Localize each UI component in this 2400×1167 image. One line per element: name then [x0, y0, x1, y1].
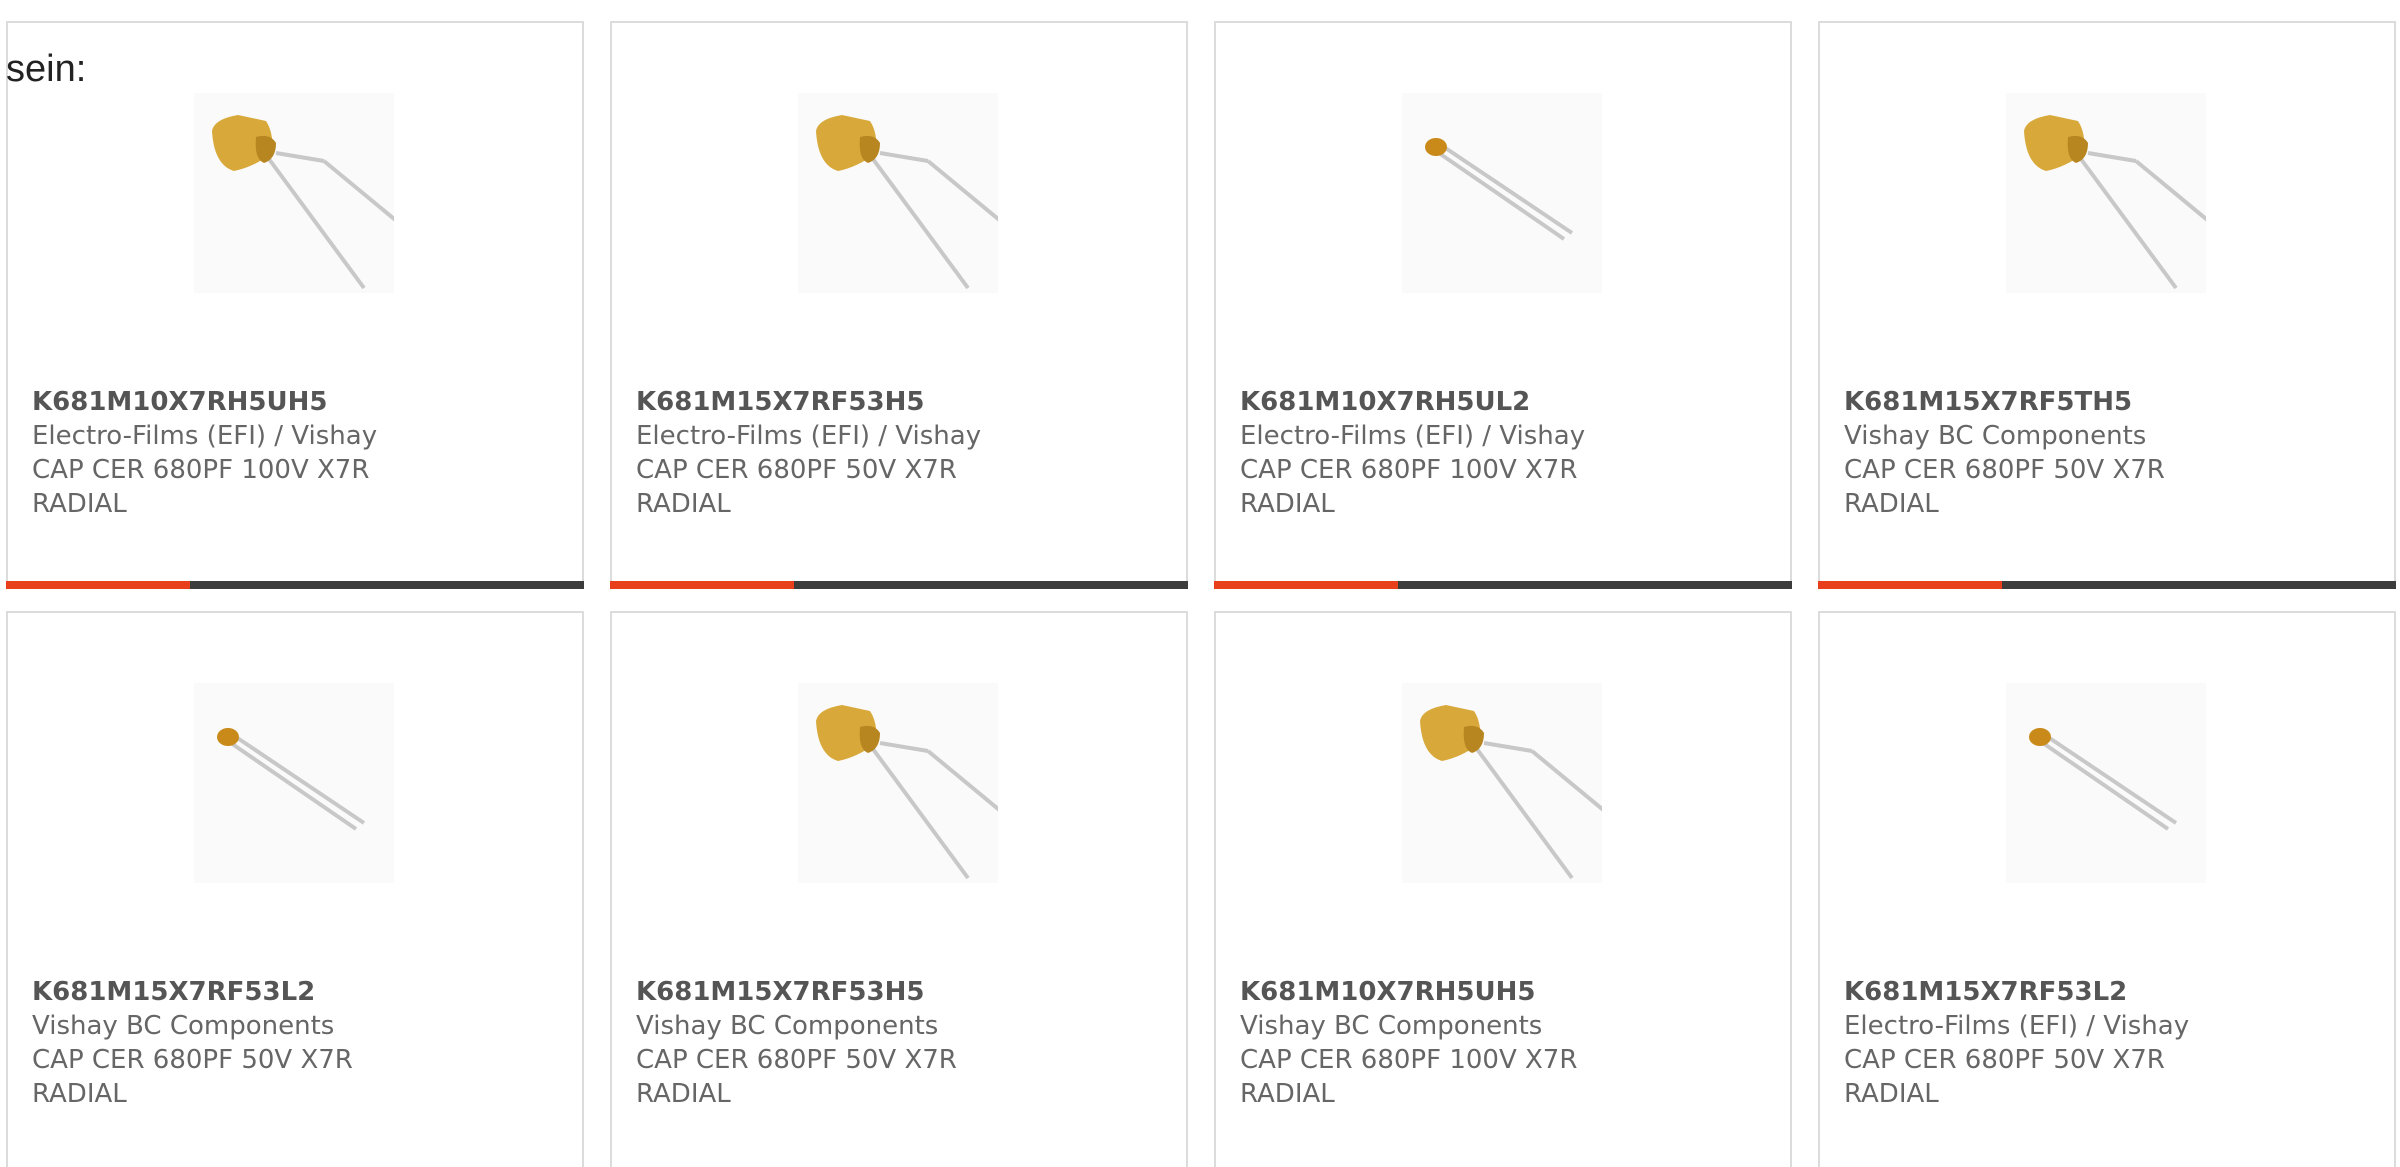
- product-info: K681M15X7RF53L2 Vishay BC Components CAP…: [32, 975, 452, 1111]
- part-number-link[interactable]: K681M10X7RH5UH5: [1240, 975, 1660, 1009]
- manufacturer: Vishay BC Components: [636, 1011, 939, 1041]
- intro-text: sein:: [6, 48, 87, 90]
- product-card[interactable]: K681M15X7RF53H5 Electro-Films (EFI) / Vi…: [610, 21, 1188, 589]
- product-info: K681M10X7RH5UL2 Electro-Films (EFI) / Vi…: [1240, 385, 1660, 521]
- part-number-link[interactable]: K681M15X7RF53L2: [32, 975, 452, 1009]
- manufacturer: Electro-Films (EFI) / Vishay: [1844, 1011, 2190, 1041]
- large-radial-capacitor-icon: [1420, 705, 1602, 880]
- product-info: K681M15X7RF53H5 Vishay BC Components CAP…: [636, 975, 1056, 1111]
- product-card[interactable]: K681M15X7RF53L2 Vishay BC Components CAP…: [6, 611, 584, 1167]
- description: CAP CER 680PF 50V X7R RADIAL: [636, 455, 957, 519]
- accent-bar: [1818, 581, 2002, 589]
- product-image[interactable]: [798, 93, 998, 293]
- large-radial-capacitor-icon: [2024, 115, 2206, 290]
- manufacturer: Vishay BC Components: [1240, 1011, 1543, 1041]
- product-info: K681M15X7RF53H5 Electro-Films (EFI) / Vi…: [636, 385, 1056, 521]
- description: CAP CER 680PF 50V X7R RADIAL: [1844, 1045, 2165, 1109]
- product-image[interactable]: [2006, 93, 2206, 293]
- product-card[interactable]: K681M15X7RF53L2 Electro-Films (EFI) / Vi…: [1818, 611, 2396, 1167]
- product-image[interactable]: [2006, 683, 2206, 883]
- card-bottom-bar: [6, 581, 584, 589]
- card-bottom-bar: [1214, 581, 1792, 589]
- manufacturer: Electro-Films (EFI) / Vishay: [32, 421, 378, 451]
- small-radial-capacitor-icon: [2029, 728, 2178, 831]
- accent-bar: [1214, 581, 1398, 589]
- manufacturer: Vishay BC Components: [1844, 421, 2147, 451]
- product-card[interactable]: K681M10X7RH5UL2 Electro-Films (EFI) / Vi…: [1214, 21, 1792, 589]
- description: CAP CER 680PF 50V X7R RADIAL: [32, 1045, 353, 1109]
- product-card[interactable]: K681M15X7RF5TH5 Vishay BC Components CAP…: [1818, 21, 2396, 589]
- card-bottom-bar: [1818, 581, 2396, 589]
- product-info: K681M15X7RF53L2 Electro-Films (EFI) / Vi…: [1844, 975, 2264, 1111]
- manufacturer: Vishay BC Components: [32, 1011, 335, 1041]
- part-number-link[interactable]: K681M15X7RF5TH5: [1844, 385, 2264, 419]
- large-radial-capacitor-icon: [816, 115, 998, 290]
- part-number-link[interactable]: K681M15X7RF53H5: [636, 385, 1056, 419]
- product-card[interactable]: K681M10X7RH5UH5 Electro-Films (EFI) / Vi…: [6, 21, 584, 589]
- part-number-link[interactable]: K681M10X7RH5UL2: [1240, 385, 1660, 419]
- accent-bar: [6, 581, 190, 589]
- product-image[interactable]: [1402, 683, 1602, 883]
- product-image[interactable]: [798, 683, 998, 883]
- product-card[interactable]: K681M15X7RF53H5 Vishay BC Components CAP…: [610, 611, 1188, 1167]
- product-info: K681M10X7RH5UH5 Vishay BC Components CAP…: [1240, 975, 1660, 1111]
- part-number-link[interactable]: K681M15X7RF53L2: [1844, 975, 2264, 1009]
- manufacturer: Electro-Films (EFI) / Vishay: [1240, 421, 1586, 451]
- description: CAP CER 680PF 50V X7R RADIAL: [636, 1045, 957, 1109]
- description: CAP CER 680PF 50V X7R RADIAL: [1844, 455, 2165, 519]
- product-card[interactable]: K681M10X7RH5UH5 Vishay BC Components CAP…: [1214, 611, 1792, 1167]
- small-radial-capacitor-icon: [1425, 138, 1574, 241]
- description: CAP CER 680PF 100V X7R RADIAL: [1240, 455, 1578, 519]
- manufacturer: Electro-Films (EFI) / Vishay: [636, 421, 982, 451]
- part-number-link[interactable]: K681M10X7RH5UH5: [32, 385, 452, 419]
- product-info: K681M15X7RF5TH5 Vishay BC Components CAP…: [1844, 385, 2264, 521]
- product-image[interactable]: [194, 683, 394, 883]
- product-image[interactable]: [194, 93, 394, 293]
- part-number-link[interactable]: K681M15X7RF53H5: [636, 975, 1056, 1009]
- description: CAP CER 680PF 100V X7R RADIAL: [32, 455, 370, 519]
- large-radial-capacitor-icon: [212, 115, 394, 290]
- card-bottom-bar: [610, 581, 1188, 589]
- product-info: K681M10X7RH5UH5 Electro-Films (EFI) / Vi…: [32, 385, 452, 521]
- product-image[interactable]: [1402, 93, 1602, 293]
- accent-bar: [610, 581, 794, 589]
- large-radial-capacitor-icon: [816, 705, 998, 880]
- description: CAP CER 680PF 100V X7R RADIAL: [1240, 1045, 1578, 1109]
- small-radial-capacitor-icon: [217, 728, 366, 831]
